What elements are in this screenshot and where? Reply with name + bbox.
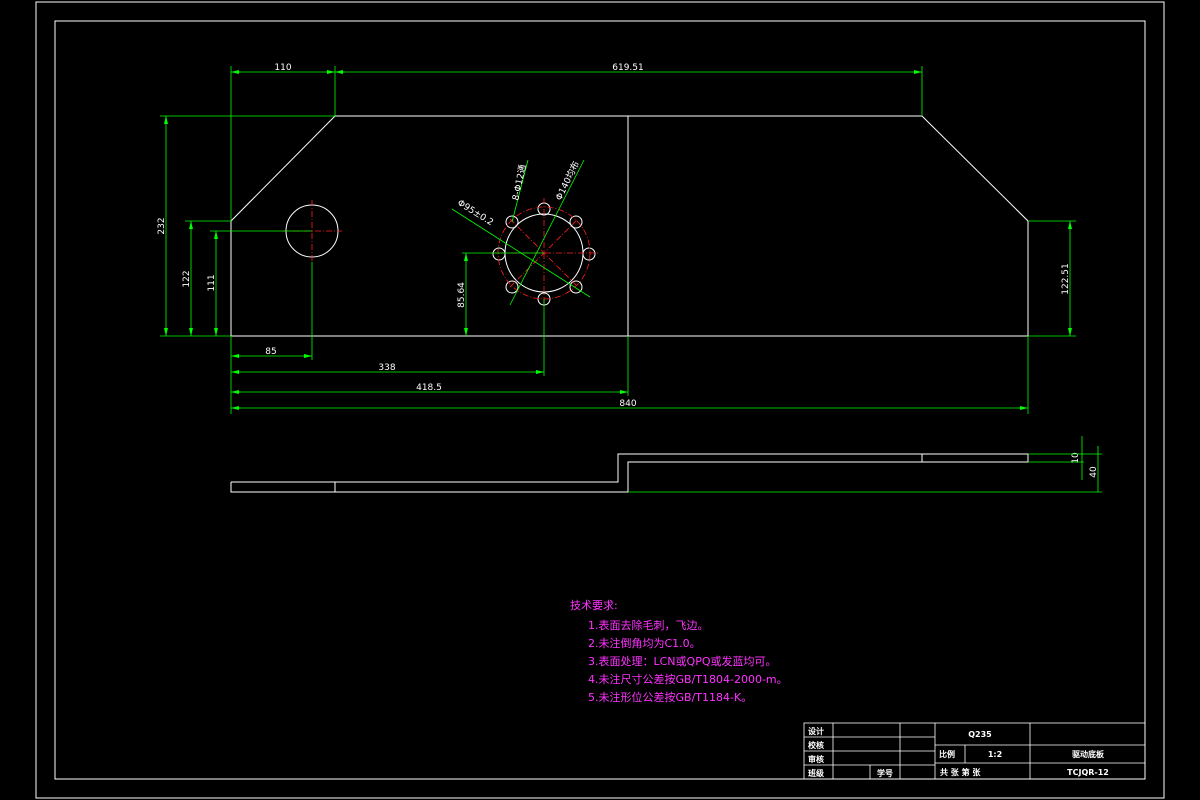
side-view-dimensions xyxy=(628,436,1102,493)
dim-122: 122 xyxy=(182,270,192,287)
front-view xyxy=(230,115,1029,337)
notes-item-1: 1.表面去除毛刺，飞边。 xyxy=(588,618,709,632)
tb-drawing-no: TCJQR-12 xyxy=(1067,768,1109,777)
drawing-canvas: 110 619.51 232 122 111 85 338 418.5 840 … xyxy=(35,1,1165,799)
dim-holes: 8-Φ12通 xyxy=(510,163,528,201)
dim-122-51: 122.51 xyxy=(1061,263,1071,295)
dimension-lines xyxy=(160,66,1076,414)
dim-840: 840 xyxy=(619,399,636,409)
bolt-hole-7 xyxy=(582,247,596,261)
tb-part-name: 驱动底板 xyxy=(1072,749,1105,759)
notes-title: 技术要求: xyxy=(570,599,618,612)
tb-sheets: 共 张 第 张 xyxy=(940,767,981,777)
tb-check: 校核 xyxy=(808,740,824,750)
tb-class: 班级 xyxy=(808,768,825,778)
arrow-heads xyxy=(164,70,1072,410)
notes-item-3: 3.表面处理：LCN或QPQ或发蓝均可。 xyxy=(588,654,776,668)
dim-338: 338 xyxy=(378,363,395,373)
dim-110: 110 xyxy=(274,63,291,73)
notes-item-5: 5.未注形位公差按GB/T1184-K。 xyxy=(588,690,752,704)
bolt-hole-4 xyxy=(505,280,519,294)
side-profile xyxy=(230,453,1029,493)
tb-scale-label: 比例 xyxy=(939,749,955,759)
bolt-hole-8 xyxy=(569,215,583,229)
dim-232: 232 xyxy=(157,217,167,234)
tb-review: 审核 xyxy=(808,754,824,764)
tb-material: Q235 xyxy=(968,730,992,739)
plate-outline xyxy=(230,115,1029,337)
technical-notes: 技术要求: 1.表面去除毛刺，飞边。 2.未注倒角均为C1.0。 3.表面处理：… xyxy=(570,599,788,704)
tb-scale: 1:2 xyxy=(988,750,1002,759)
bolt-hole-3 xyxy=(492,247,506,261)
bolt-hole-2 xyxy=(505,215,519,229)
dim-85-64: 85.64 xyxy=(457,282,467,308)
dim-40: 40 xyxy=(1089,466,1099,478)
tb-student-no: 学号 xyxy=(877,768,893,778)
dim-111: 111 xyxy=(207,274,217,291)
dim-619-51: 619.51 xyxy=(612,63,644,73)
dim-85: 85 xyxy=(265,347,276,357)
notes-item-4: 4.未注尺寸公差按GB/T1804-2000-m。 xyxy=(588,672,788,686)
dim-pcd: Φ140均布 xyxy=(553,159,582,202)
notes-item-2: 2.未注倒角均为C1.0。 xyxy=(588,636,701,650)
title-block-text: 设计 校核 审核 班级 学号 Q235 比例 1:2 驱动底板 共 张 第 张 … xyxy=(808,726,1109,778)
tb-design: 设计 xyxy=(808,726,824,736)
side-view xyxy=(230,453,1029,493)
dim-418-5: 418.5 xyxy=(416,383,442,393)
